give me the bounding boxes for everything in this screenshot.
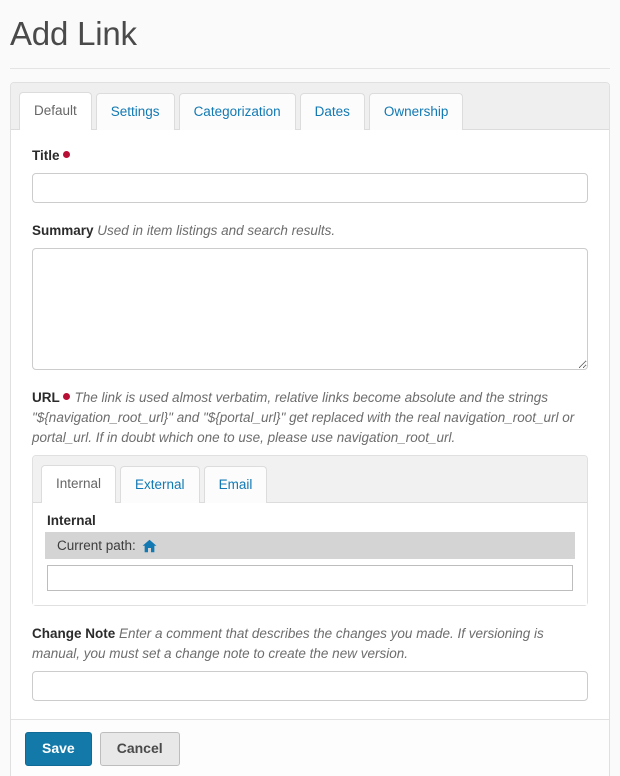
summary-label-line: Summary Used in item listings and search… xyxy=(32,221,588,241)
required-dot-icon xyxy=(63,151,70,158)
title-label: Title xyxy=(32,148,60,163)
url-tab-internal-label: Internal xyxy=(56,476,101,491)
url-tab-external[interactable]: External xyxy=(120,466,200,504)
summary-help-text: Used in item listings and search results… xyxy=(97,223,335,238)
url-tab-internal[interactable]: Internal xyxy=(41,465,116,504)
title-divider xyxy=(10,68,610,69)
tab-categorization-label: Categorization xyxy=(194,104,281,119)
form-panel: Default Settings Categorization Dates Ow… xyxy=(10,82,610,776)
summary-label: Summary xyxy=(32,223,94,238)
tab-dates-label: Dates xyxy=(315,104,350,119)
title-input[interactable] xyxy=(32,173,588,203)
field-change-note: Change Note Enter a comment that describ… xyxy=(32,624,588,701)
summary-textarea[interactable] xyxy=(32,248,588,370)
tab-settings[interactable]: Settings xyxy=(96,93,175,131)
change-note-label: Change Note xyxy=(32,626,115,641)
main-tabstrip: Default Settings Categorization Dates Ow… xyxy=(11,83,609,131)
url-tab-email-label: Email xyxy=(219,477,253,492)
tab-dates[interactable]: Dates xyxy=(300,93,365,131)
internal-path-input-wrap xyxy=(45,559,575,591)
add-link-page: Add Link Default Settings Categorization… xyxy=(0,0,620,776)
tab-categorization[interactable]: Categorization xyxy=(179,93,296,131)
required-dot-icon xyxy=(63,393,70,400)
tab-default[interactable]: Default xyxy=(19,92,92,131)
save-button[interactable]: Save xyxy=(25,732,92,766)
url-tab-external-label: External xyxy=(135,477,185,492)
url-pane-internal: Internal Current path: xyxy=(33,503,587,605)
tab-default-label: Default xyxy=(34,103,77,118)
url-help-text: The link is used almost verbatim, relati… xyxy=(32,390,574,445)
form-footer: Save Cancel xyxy=(11,719,609,776)
tab-settings-label: Settings xyxy=(111,104,160,119)
field-title: Title xyxy=(32,146,588,203)
change-note-input[interactable] xyxy=(32,671,588,701)
title-label-line: Title xyxy=(32,146,588,166)
change-note-label-line: Change Note Enter a comment that describ… xyxy=(32,624,588,664)
home-icon[interactable] xyxy=(142,539,157,553)
url-widget: Internal External Email Internal Current… xyxy=(32,455,588,607)
url-tab-email[interactable]: Email xyxy=(204,466,268,504)
url-pane-heading: Internal xyxy=(47,513,575,528)
tab-ownership[interactable]: Ownership xyxy=(369,93,464,131)
url-label: URL xyxy=(32,390,60,405)
form-body: Title Summary Used in item listings and … xyxy=(11,130,609,719)
page-header: Add Link xyxy=(0,0,620,54)
cancel-button[interactable]: Cancel xyxy=(100,732,180,766)
url-label-line: URL The link is used almost verbatim, re… xyxy=(32,388,588,448)
tab-ownership-label: Ownership xyxy=(384,104,449,119)
current-path-bar: Current path: xyxy=(45,532,575,559)
internal-path-input[interactable] xyxy=(47,565,573,591)
current-path-label: Current path: xyxy=(57,538,136,553)
url-tabstrip: Internal External Email xyxy=(33,456,587,504)
page-title: Add Link xyxy=(10,14,620,54)
field-url: URL The link is used almost verbatim, re… xyxy=(32,388,588,606)
field-summary: Summary Used in item listings and search… xyxy=(32,221,588,370)
